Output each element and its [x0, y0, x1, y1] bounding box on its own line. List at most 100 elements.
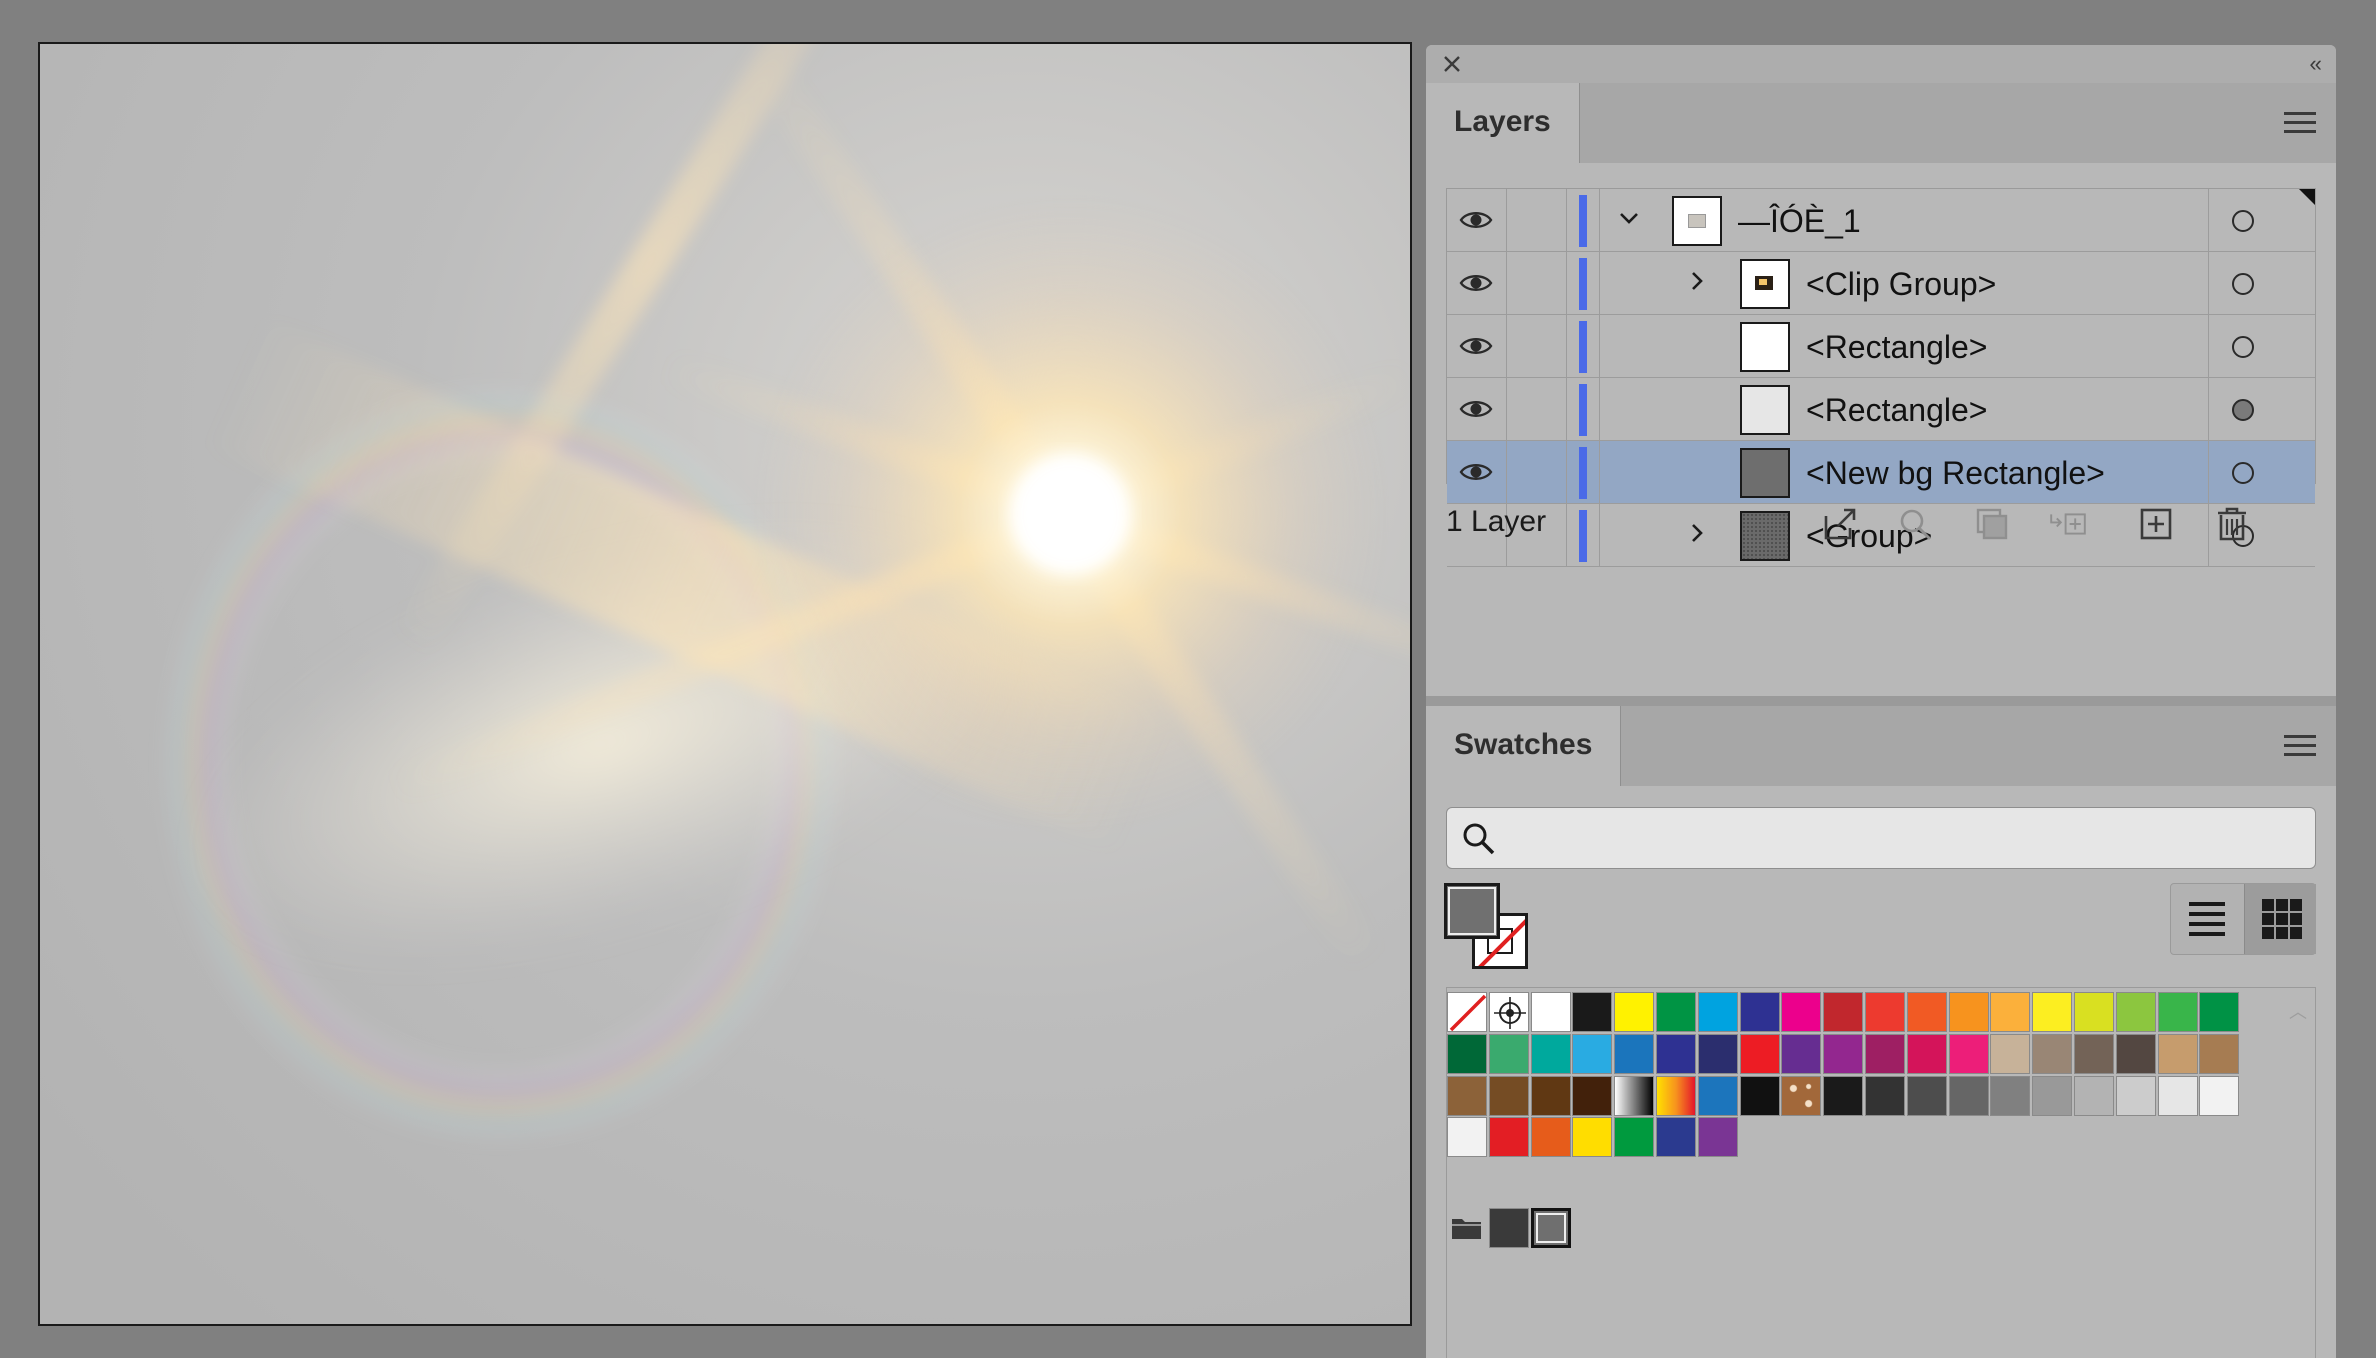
- list-view-icon[interactable]: [2171, 884, 2243, 954]
- swatch-search[interactable]: [1446, 807, 2316, 869]
- layers-menu-icon[interactable]: [2284, 112, 2316, 136]
- swatch[interactable]: [1489, 1034, 1529, 1074]
- delete-icon[interactable]: [2212, 506, 2252, 542]
- swatch[interactable]: [1489, 1117, 1529, 1157]
- swatch[interactable]: [2116, 1076, 2156, 1116]
- swatch[interactable]: [1614, 992, 1654, 1032]
- swatch[interactable]: [1990, 992, 2030, 1032]
- swatch[interactable]: [1949, 1034, 1989, 1074]
- group-swatch[interactable]: [1531, 1208, 1571, 1248]
- target-circle[interactable]: [2232, 210, 2254, 232]
- swatch[interactable]: [1447, 1034, 1487, 1074]
- swatch[interactable]: [1531, 1076, 1571, 1116]
- locate-object-icon[interactable]: [1896, 506, 1936, 542]
- swatch[interactable]: [1656, 1117, 1696, 1157]
- swatch[interactable]: [1865, 1076, 1905, 1116]
- visibility-toggle[interactable]: [1447, 315, 1507, 377]
- swatch[interactable]: [2158, 992, 2198, 1032]
- artboard-canvas[interactable]: [38, 42, 1412, 1326]
- swatch[interactable]: [1865, 1034, 1905, 1074]
- swatch[interactable]: [1823, 1076, 1863, 1116]
- swatch[interactable]: [2199, 992, 2239, 1032]
- swatch[interactable]: [1572, 992, 1612, 1032]
- swatch[interactable]: [1698, 992, 1738, 1032]
- layer-name-cell[interactable]: <Rectangle>: [1599, 378, 2209, 440]
- swatch[interactable]: [1572, 1076, 1612, 1116]
- scroll-up-icon[interactable]: ︿: [2289, 998, 2307, 1024]
- chevron-down-icon[interactable]: [1616, 205, 1642, 231]
- swatch[interactable]: [2199, 1034, 2239, 1074]
- swatch[interactable]: [2074, 1034, 2114, 1074]
- swatches-menu-icon[interactable]: [2284, 735, 2316, 759]
- swatch[interactable]: [1572, 1034, 1612, 1074]
- swatch[interactable]: [2032, 1076, 2072, 1116]
- lock-toggle[interactable]: [1507, 252, 1567, 314]
- visibility-toggle[interactable]: [1447, 378, 1507, 440]
- swatch[interactable]: [2158, 1076, 2198, 1116]
- swatch[interactable]: [1907, 992, 1947, 1032]
- swatch[interactable]: [1698, 1076, 1738, 1116]
- swatch-gradient[interactable]: [1614, 1076, 1654, 1116]
- swatch[interactable]: [1949, 1076, 1989, 1116]
- target-circle[interactable]: [2232, 273, 2254, 295]
- group-swatch[interactable]: [1489, 1208, 1529, 1248]
- layer-row[interactable]: <Rectangle>: [1447, 378, 2315, 441]
- swatch[interactable]: [1698, 1034, 1738, 1074]
- new-layer-icon[interactable]: [2136, 506, 2176, 542]
- layer-name-cell[interactable]: <Clip Group>: [1599, 252, 2209, 314]
- search-input[interactable]: [1511, 816, 2305, 862]
- swatch[interactable]: [1698, 1117, 1738, 1157]
- swatch-registration[interactable]: [1489, 992, 1529, 1032]
- swatch[interactable]: [1740, 992, 1780, 1032]
- swatch[interactable]: [1447, 1076, 1487, 1116]
- swatch[interactable]: [1907, 1034, 1947, 1074]
- swatch[interactable]: [1656, 992, 1696, 1032]
- target-circle[interactable]: [2232, 399, 2254, 421]
- grid-view-icon[interactable]: [2244, 884, 2316, 954]
- chevron-right-icon[interactable]: [1684, 268, 1710, 294]
- target-circle[interactable]: [2232, 336, 2254, 358]
- swatch[interactable]: [1823, 1034, 1863, 1074]
- swatch[interactable]: [1614, 1117, 1654, 1157]
- swatch[interactable]: [1781, 992, 1821, 1032]
- swatch[interactable]: [1949, 992, 1989, 1032]
- layer-row[interactable]: <Clip Group>: [1447, 252, 2315, 315]
- swatch[interactable]: [1572, 1117, 1612, 1157]
- swatch[interactable]: [1740, 1076, 1780, 1116]
- swatch[interactable]: [1614, 1034, 1654, 1074]
- close-icon[interactable]: [1442, 54, 1462, 74]
- swatch[interactable]: [2074, 992, 2114, 1032]
- swatch[interactable]: [1990, 1034, 2030, 1074]
- layer-name-cell[interactable]: —ÎÓÈ_1: [1599, 189, 2209, 251]
- swatch[interactable]: [1865, 992, 1905, 1032]
- export-icon[interactable]: [1820, 506, 1860, 542]
- layer-row[interactable]: <Rectangle>: [1447, 315, 2315, 378]
- visibility-toggle[interactable]: [1447, 252, 1507, 314]
- layer-name-cell[interactable]: <Rectangle>: [1599, 315, 2209, 377]
- swatch[interactable]: [1990, 1076, 2030, 1116]
- collapse-panel-icon[interactable]: ‹‹: [2309, 53, 2322, 75]
- swatch-none[interactable]: [1447, 992, 1487, 1032]
- lock-toggle[interactable]: [1507, 378, 1567, 440]
- folder-icon[interactable]: [1451, 1216, 1483, 1240]
- swatch[interactable]: [2032, 1034, 2072, 1074]
- layer-row[interactable]: —ÎÓÈ_1: [1447, 189, 2315, 252]
- swatch[interactable]: [1740, 1034, 1780, 1074]
- swatch[interactable]: [1447, 1117, 1487, 1157]
- visibility-toggle[interactable]: [1447, 189, 1507, 251]
- target-circle[interactable]: [2232, 462, 2254, 484]
- swatch[interactable]: [2032, 992, 2072, 1032]
- lock-toggle[interactable]: [1507, 315, 1567, 377]
- swatch[interactable]: [2116, 992, 2156, 1032]
- swatch-gradient[interactable]: [1656, 1076, 1696, 1116]
- lock-toggle[interactable]: [1507, 189, 1567, 251]
- swatch[interactable]: [1531, 992, 1571, 1032]
- swatch[interactable]: [2199, 1076, 2239, 1116]
- swatch[interactable]: [2074, 1076, 2114, 1116]
- swatch[interactable]: [1656, 1034, 1696, 1074]
- swatch[interactable]: [1781, 1034, 1821, 1074]
- tab-swatches[interactable]: Swatches: [1426, 706, 1622, 786]
- swatch[interactable]: [1531, 1034, 1571, 1074]
- swatch[interactable]: [1907, 1076, 1947, 1116]
- make-clipping-mask-icon[interactable]: [1972, 506, 2012, 542]
